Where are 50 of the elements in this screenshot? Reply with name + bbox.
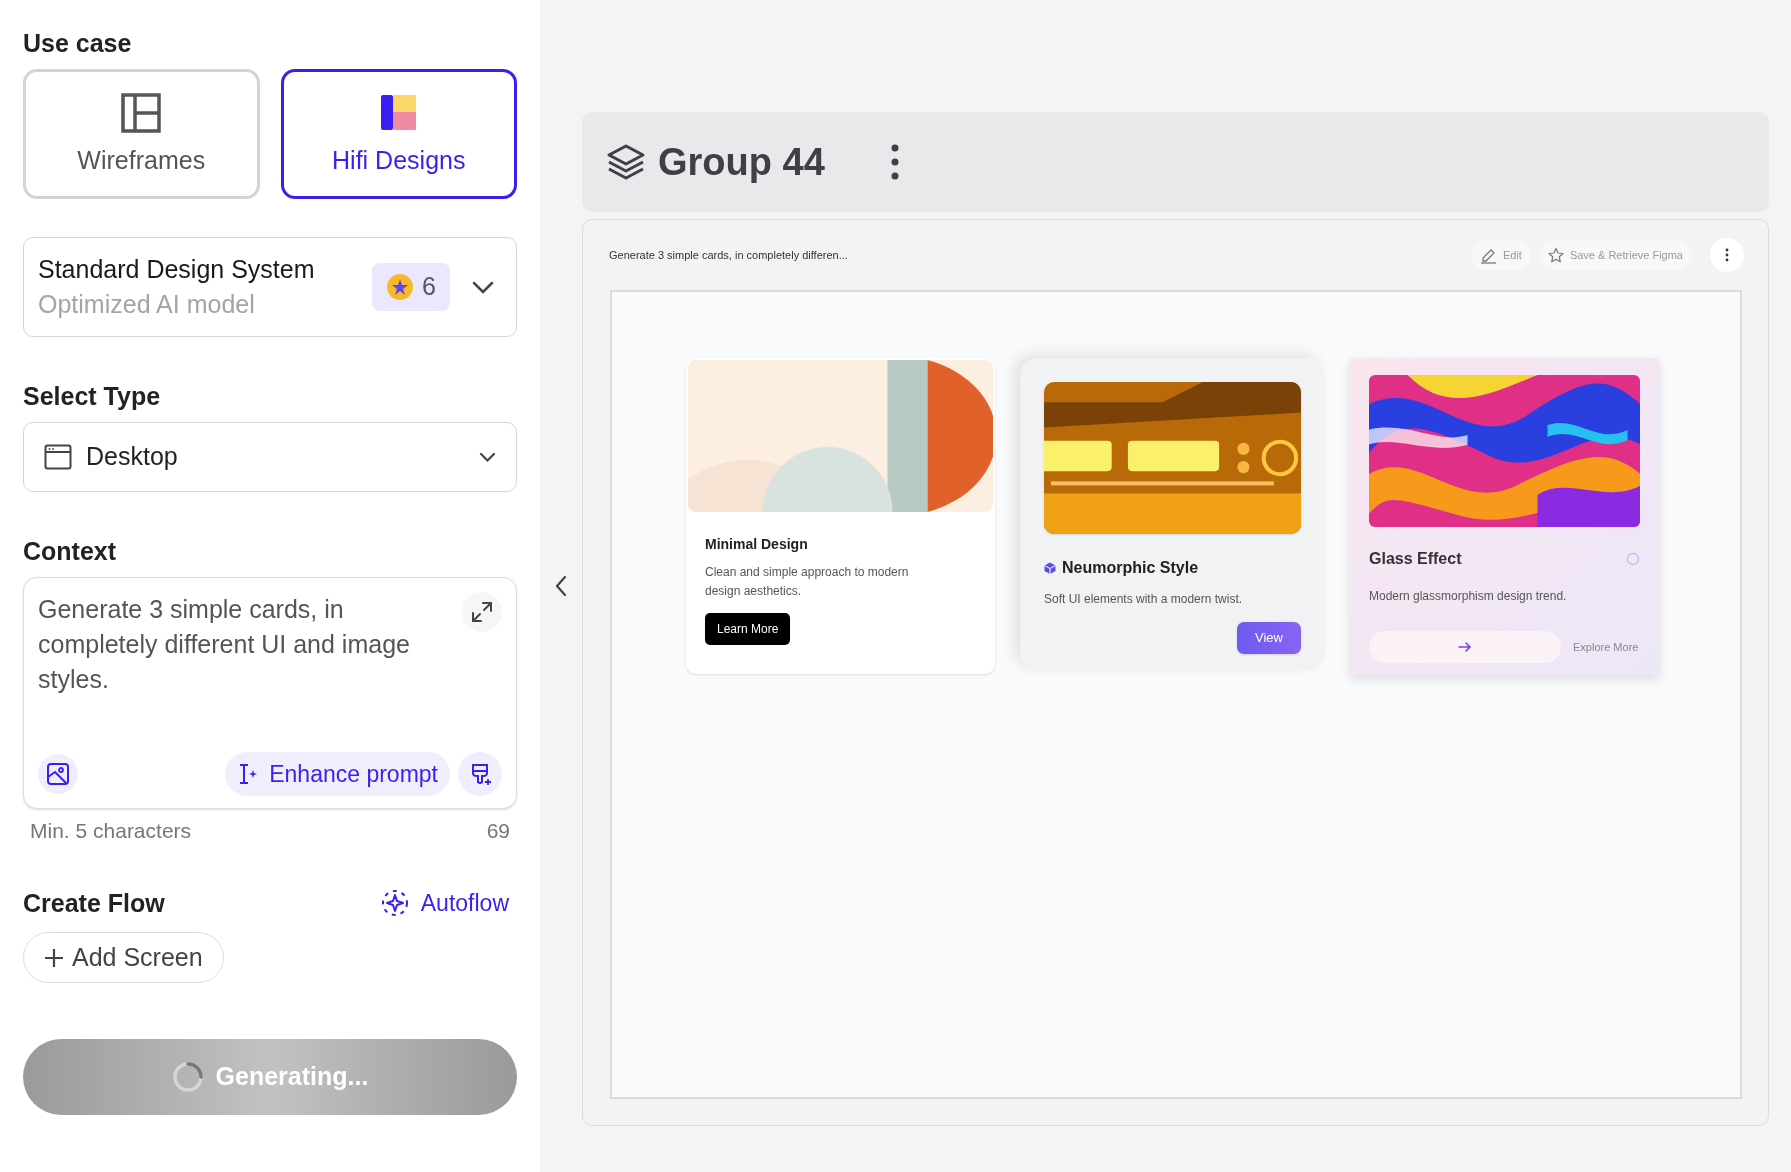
loading-spinner-icon <box>171 1061 204 1093</box>
card-description: Clean and simple approach to modern design aesthetics. <box>705 564 910 600</box>
add-screen-button[interactable]: Add Screen <box>23 932 224 983</box>
collapse-chevron-icon[interactable] <box>554 575 568 597</box>
card-description: Modern glassmorphism design trend. <box>1369 588 1568 605</box>
group-title: Group 44 <box>658 139 825 185</box>
card-title: Glass Effect <box>1369 549 1462 569</box>
arrow-right-icon <box>1458 641 1472 653</box>
model-subtitle: Optimized AI model <box>38 289 256 320</box>
view-button[interactable]: View <box>1237 622 1301 654</box>
layout-icon <box>121 93 162 133</box>
layers-icon <box>606 143 646 181</box>
expand-button[interactable] <box>462 592 502 632</box>
cube-icon <box>1044 562 1056 574</box>
use-case-option[interactable]: Hifi Designs <box>280 69 517 199</box>
prompt-box[interactable]: Generate 3 simple cards, in completely different UI and image styles. Enhance prompt <box>23 577 517 809</box>
section-title: Context <box>23 536 118 567</box>
section-title: Create Flow <box>23 887 165 919</box>
type-select[interactable]: Desktop <box>23 422 517 492</box>
design-system-name: Standard Design System <box>38 254 316 285</box>
card-description: Soft UI elements with a modern twist. <box>1044 591 1244 608</box>
image-icon <box>46 762 70 786</box>
browser-window-icon <box>44 444 72 470</box>
autoflow-button[interactable]: Autoflow <box>380 886 517 921</box>
add-image-button[interactable] <box>38 754 78 794</box>
more-vertical-icon <box>890 143 899 181</box>
color-blocks-icon <box>380 93 417 133</box>
expand-icon <box>470 600 494 624</box>
prompt-summary: Generate 3 simple cards, in completely differen... <box>609 247 849 263</box>
more-vertical-icon <box>1725 248 1729 262</box>
character-count: 69 <box>486 818 510 844</box>
plus-icon <box>44 947 64 968</box>
section-title: Use case <box>23 28 133 59</box>
section-title: Select Type <box>23 381 162 412</box>
enhance-prompt-button[interactable]: Enhance prompt <box>225 752 450 796</box>
chevron-down-icon <box>472 280 494 294</box>
radio-icon <box>1626 552 1640 566</box>
use-case-option[interactable]: Wireframes <box>23 69 260 199</box>
style-brush-button[interactable] <box>458 752 502 796</box>
star-coin-icon <box>386 273 415 301</box>
card-title: Minimal Design <box>705 535 808 554</box>
star-icon <box>1547 247 1564 263</box>
prompt-field[interactable]: Generate 3 simple cards, in completely different UI and image styles. <box>38 592 452 732</box>
learn-more-button[interactable]: Learn More <box>705 613 791 645</box>
sparkle-icon <box>380 889 409 918</box>
design-system-dropdown[interactable]: Standard Design System Optimized AI model 6 <box>23 237 517 337</box>
credits-badge: 6 <box>372 263 450 311</box>
min-length-hint: Min. 5 characters <box>30 818 192 844</box>
card-title: Neumorphic Style <box>1062 558 1199 578</box>
chevron-down-icon <box>479 451 496 463</box>
